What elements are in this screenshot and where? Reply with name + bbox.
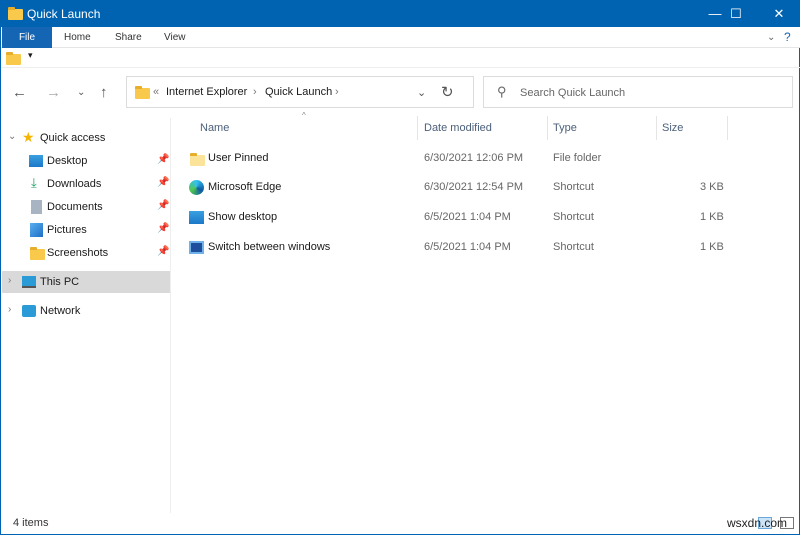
sidebar-item-label: Documents xyxy=(47,201,103,213)
file-name: Switch between windows xyxy=(208,241,331,253)
sidebar-item-desktop[interactable]: Desktop 📌 xyxy=(2,150,170,172)
sidebar-item-network[interactable]: › Network xyxy=(2,300,170,322)
file-row[interactable]: Show desktop 6/5/2021 1:04 PM Shortcut 1… xyxy=(183,207,743,229)
search-input[interactable]: Search Quick Launch xyxy=(520,87,625,99)
breadcrumb-overflow[interactable]: « xyxy=(153,86,159,98)
file-size: 3 KB xyxy=(700,181,724,193)
folder-icon xyxy=(135,86,150,99)
column-divider[interactable] xyxy=(656,116,657,140)
search-icon: ⚲ xyxy=(497,84,507,99)
sidebar-item-downloads[interactable]: ⤓ Downloads 📌 xyxy=(2,173,170,195)
address-dropdown-icon[interactable]: ⌄ xyxy=(417,86,426,99)
column-divider[interactable] xyxy=(727,116,728,140)
pin-icon: 📌 xyxy=(157,200,170,211)
sidebar-item-label: Downloads xyxy=(47,178,102,190)
sidebar-item-quick-access[interactable]: ⌄ ★ Quick access xyxy=(2,127,170,149)
column-header-type[interactable]: Type xyxy=(553,122,577,144)
tab-share[interactable]: Share xyxy=(115,27,142,48)
sidebar-item-label: Quick access xyxy=(40,132,106,144)
column-divider[interactable] xyxy=(417,116,418,140)
file-date: 6/5/2021 1:04 PM xyxy=(424,241,511,253)
file-row[interactable]: User Pinned 6/30/2021 12:06 PM File fold… xyxy=(183,148,743,170)
column-header-name[interactable]: Name xyxy=(200,122,229,144)
file-type: File folder xyxy=(553,152,602,164)
up-button[interactable]: ↑ xyxy=(100,84,108,101)
sidebar-item-label: Desktop xyxy=(47,155,88,167)
file-name: User Pinned xyxy=(208,152,269,164)
expand-ribbon-icon[interactable]: ⌄ xyxy=(767,27,775,48)
sidebar-item-pictures[interactable]: Pictures 📌 xyxy=(2,219,170,241)
status-item-count: 4 items xyxy=(13,517,49,529)
file-size: 1 KB xyxy=(700,241,724,253)
file-name: Show desktop xyxy=(208,211,278,223)
chevron-down-icon[interactable]: ⌄ xyxy=(8,131,16,142)
chevron-right-icon[interactable]: › xyxy=(8,304,11,315)
maximize-button[interactable]: ☐ xyxy=(716,0,756,27)
edge-icon xyxy=(189,180,204,195)
tab-view[interactable]: View xyxy=(164,27,186,48)
folder-icon[interactable] xyxy=(6,52,21,65)
show-desktop-icon xyxy=(189,211,204,224)
close-button[interactable]: ✕ xyxy=(759,0,799,27)
computer-icon xyxy=(22,276,36,288)
sidebar-item-label: This PC xyxy=(40,276,80,288)
breadcrumb-quick-launch[interactable]: Quick Launch xyxy=(265,86,332,98)
file-type: Shortcut xyxy=(553,211,594,223)
chevron-right-icon[interactable]: › xyxy=(8,275,11,286)
navigation-pane: ⌄ ★ Quick access Desktop 📌 ⤓ Downloads 📌… xyxy=(2,118,171,513)
column-header-size[interactable]: Size xyxy=(662,122,683,144)
star-icon: ★ xyxy=(22,129,35,145)
sidebar-item-this-pc[interactable]: › This PC xyxy=(2,271,170,293)
tab-file[interactable]: File xyxy=(2,27,52,48)
column-header-date[interactable]: Date modified xyxy=(424,122,492,144)
file-date: 6/30/2021 12:06 PM xyxy=(424,152,524,164)
file-type: Shortcut xyxy=(553,241,594,253)
title-bar: Quick Launch — ☐ ✕ xyxy=(1,0,800,27)
pin-icon: 📌 xyxy=(157,223,170,234)
watermark: wsxdn.com xyxy=(727,516,788,530)
back-button[interactable]: ← xyxy=(12,84,27,101)
tab-home[interactable]: Home xyxy=(64,27,91,48)
column-divider[interactable] xyxy=(547,116,548,140)
download-icon: ⤓ xyxy=(31,175,37,190)
pin-icon: 📌 xyxy=(157,154,170,165)
folder-icon xyxy=(190,153,205,166)
pin-icon: 📌 xyxy=(157,177,170,188)
pin-icon: 📌 xyxy=(157,246,170,257)
help-icon[interactable]: ? xyxy=(784,27,791,48)
sort-ascending-icon: ^ xyxy=(302,111,306,120)
customize-toolbar-icon[interactable]: ▾ xyxy=(28,50,33,61)
sidebar-item-label: Pictures xyxy=(47,224,87,236)
recent-locations-icon[interactable]: ⌄ xyxy=(77,87,85,98)
sidebar-item-label: Screenshots xyxy=(47,247,109,259)
file-type: Shortcut xyxy=(553,181,594,193)
address-bar[interactable]: « Internet Explorer › Quick Launch › ⌄ ↻ xyxy=(126,76,474,108)
folder-icon xyxy=(8,7,23,20)
breadcrumb-internet-explorer[interactable]: Internet Explorer xyxy=(166,86,247,98)
ribbon: File Home Share View ⌄ ? xyxy=(1,27,800,48)
file-date: 6/30/2021 12:54 PM xyxy=(424,181,524,193)
file-size: 1 KB xyxy=(700,211,724,223)
breadcrumb-separator[interactable]: › xyxy=(253,86,257,98)
file-row[interactable]: Switch between windows 6/5/2021 1:04 PM … xyxy=(183,237,743,259)
explorer-window: Quick Launch — ☐ ✕ File Home Share View … xyxy=(0,0,800,535)
switch-windows-icon xyxy=(189,241,204,254)
breadcrumb-separator[interactable]: › xyxy=(335,86,339,98)
folder-icon xyxy=(30,247,45,260)
sidebar-item-documents[interactable]: Documents 📌 xyxy=(2,196,170,218)
documents-icon xyxy=(31,200,42,214)
refresh-icon[interactable]: ↻ xyxy=(441,83,454,101)
network-icon xyxy=(22,305,36,317)
file-date: 6/5/2021 1:04 PM xyxy=(424,211,511,223)
desktop-icon xyxy=(29,155,43,167)
sidebar-item-label: Network xyxy=(40,305,81,317)
window-title: Quick Launch xyxy=(27,7,101,21)
sidebar-item-screenshots[interactable]: Screenshots 📌 xyxy=(2,242,170,264)
file-name: Microsoft Edge xyxy=(208,181,282,193)
pictures-icon xyxy=(30,223,43,237)
quick-access-toolbar: ▾ xyxy=(1,48,800,68)
forward-button[interactable]: → xyxy=(46,84,61,101)
file-row[interactable]: Microsoft Edge 6/30/2021 12:54 PM Shortc… xyxy=(183,177,743,199)
search-box[interactable]: ⚲ Search Quick Launch xyxy=(483,76,793,108)
